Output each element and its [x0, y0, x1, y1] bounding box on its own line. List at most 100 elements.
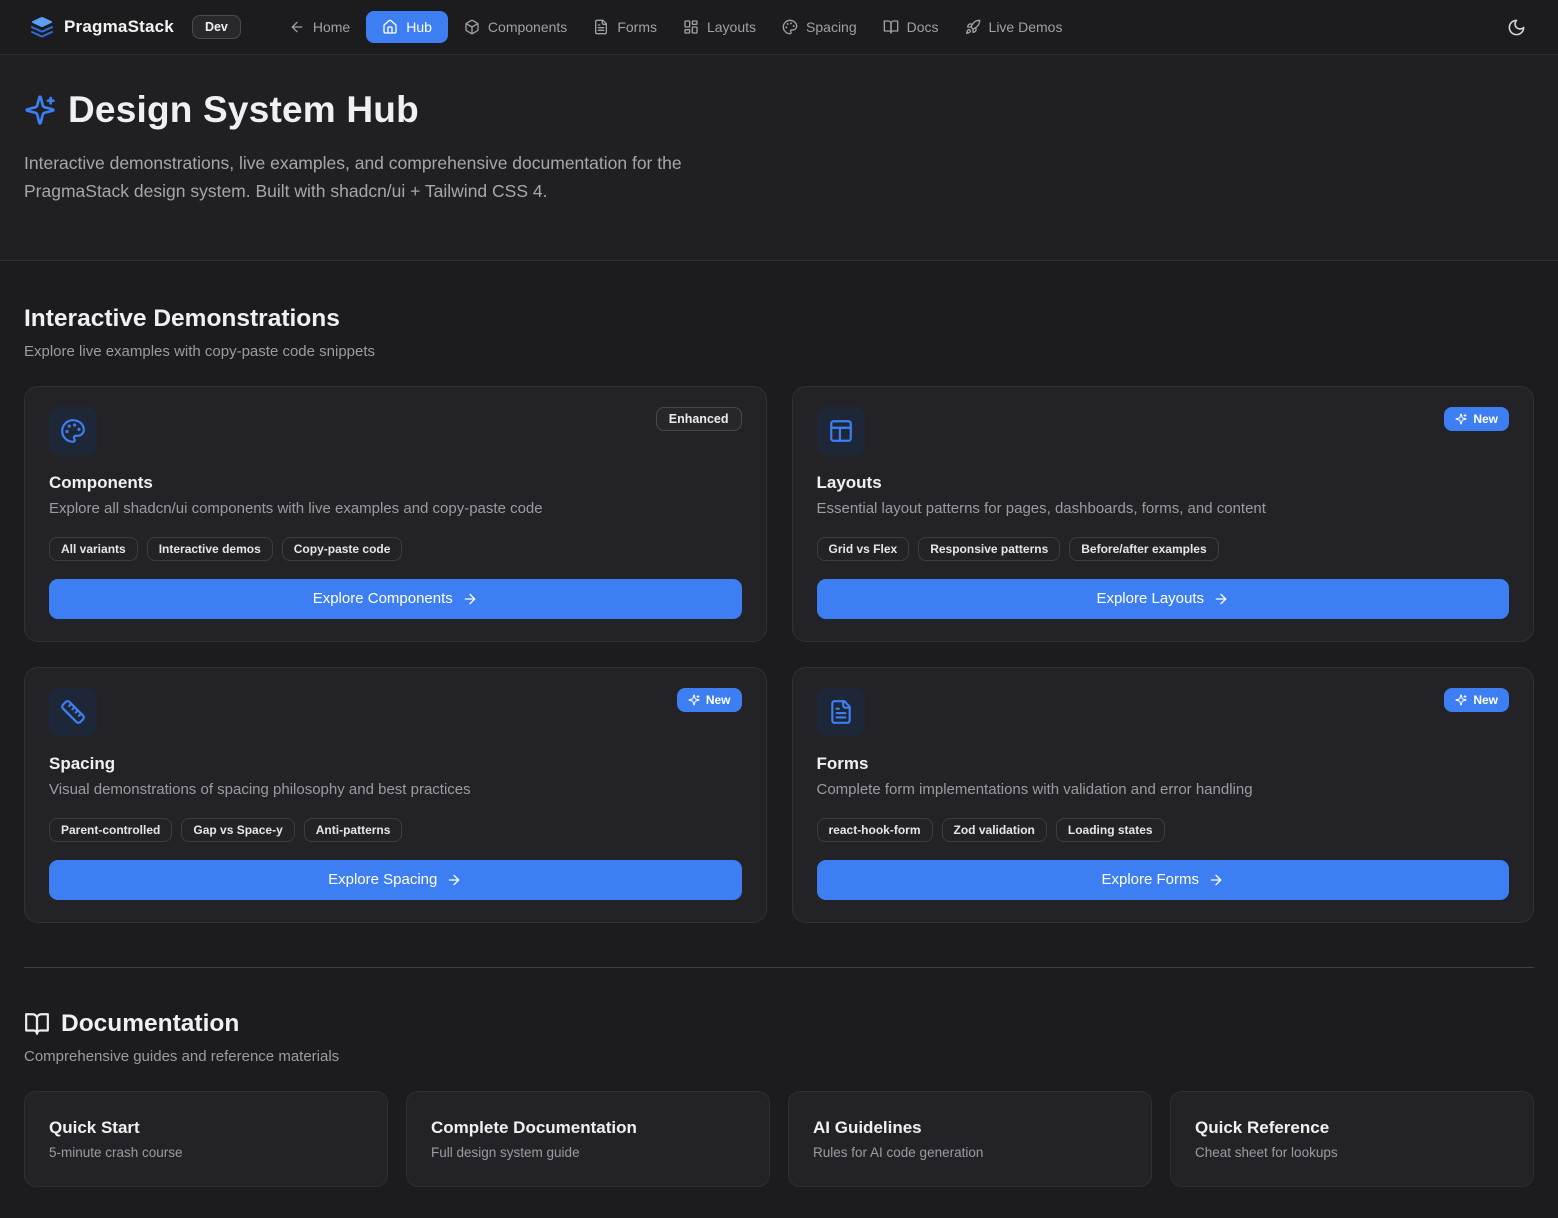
badge-label: New — [706, 693, 731, 707]
theme-toggle-button[interactable] — [1499, 10, 1534, 45]
tag: All variants — [49, 537, 138, 561]
sparkles-icon — [1455, 694, 1467, 706]
card-description: Essential layout patterns for pages, das… — [817, 500, 1510, 517]
status-badge: New — [677, 688, 742, 712]
dev-badge: Dev — [192, 15, 241, 39]
explore-layouts-button[interactable]: Explore Layouts — [817, 579, 1510, 619]
doc-card-title: Complete Documentation — [431, 1118, 745, 1138]
doc-card-subtitle: Full design system guide — [431, 1145, 745, 1160]
nav-label: Layouts — [707, 19, 756, 35]
tag: Parent-controlled — [49, 818, 172, 842]
layers-icon — [30, 15, 54, 39]
moon-icon — [1507, 18, 1526, 37]
doc-card-quick-reference[interactable]: Quick Reference Cheat sheet for lookups — [1170, 1091, 1534, 1187]
main-nav: Home Hub Components Forms Layouts — [279, 11, 1499, 43]
explore-spacing-button[interactable]: Explore Spacing — [49, 860, 742, 900]
file-text-icon — [817, 688, 865, 736]
demos-section: Interactive Demonstrations Explore live … — [24, 261, 1534, 923]
palette-icon — [782, 19, 798, 35]
demo-card-spacing: New Spacing Visual demonstrations of spa… — [24, 667, 767, 923]
card-title: Layouts — [817, 473, 1510, 493]
docs-section-subtitle: Comprehensive guides and reference mater… — [24, 1048, 1534, 1065]
package-icon — [464, 19, 480, 35]
book-open-icon — [883, 19, 899, 35]
tag-row: Grid vs Flex Responsive patterns Before/… — [817, 537, 1510, 561]
status-badge: New — [1444, 407, 1509, 431]
card-title: Components — [49, 473, 742, 493]
page-title: Design System Hub — [68, 89, 419, 131]
demos-section-title: Interactive Demonstrations — [24, 305, 1534, 333]
nav-label: Docs — [907, 19, 939, 35]
demos-section-subtitle: Explore live examples with copy-paste co… — [24, 343, 1534, 360]
button-label: Explore Spacing — [328, 871, 437, 888]
tag-row: Parent-controlled Gap vs Space-y Anti-pa… — [49, 818, 742, 842]
tag: Copy-paste code — [282, 537, 403, 561]
tag: Interactive demos — [147, 537, 273, 561]
sparkles-icon — [688, 694, 700, 706]
arrow-right-icon — [1208, 872, 1224, 888]
tag-row: All variants Interactive demos Copy-past… — [49, 537, 742, 561]
sparkles-icon — [1455, 413, 1467, 425]
palette-icon — [49, 407, 97, 455]
arrow-right-icon — [446, 872, 462, 888]
brand-name: PragmaStack — [64, 17, 174, 37]
doc-card-subtitle: 5-minute crash course — [49, 1145, 363, 1160]
doc-card-title: Quick Start — [49, 1118, 363, 1138]
arrow-right-icon — [1213, 591, 1229, 607]
docs-section-title: Documentation — [61, 1010, 239, 1038]
nav-item-home[interactable]: Home — [279, 11, 360, 43]
explore-components-button[interactable]: Explore Components — [49, 579, 742, 619]
nav-item-spacing[interactable]: Spacing — [772, 11, 867, 43]
panel-layout-icon — [817, 407, 865, 455]
tag: Loading states — [1056, 818, 1165, 842]
card-description: Visual demonstrations of spacing philoso… — [49, 781, 742, 798]
navbar: PragmaStack Dev Home Hub Components Fo — [0, 0, 1558, 55]
nav-item-components[interactable]: Components — [454, 11, 577, 43]
nav-item-forms[interactable]: Forms — [583, 11, 667, 43]
file-text-icon — [593, 19, 609, 35]
docs-card-grid: Quick Start 5-minute crash course Comple… — [24, 1091, 1534, 1187]
brand[interactable]: PragmaStack Dev — [30, 15, 241, 39]
badge-label: New — [1473, 412, 1498, 426]
home-icon — [382, 19, 398, 35]
rocket-icon — [965, 19, 981, 35]
tag-row: react-hook-form Zod validation Loading s… — [817, 818, 1510, 842]
doc-card-complete-documentation[interactable]: Complete Documentation Full design syste… — [406, 1091, 770, 1187]
doc-card-subtitle: Rules for AI code generation — [813, 1145, 1127, 1160]
doc-card-quick-start[interactable]: Quick Start 5-minute crash course — [24, 1091, 388, 1187]
tag: Before/after examples — [1069, 537, 1218, 561]
tag: Grid vs Flex — [817, 537, 910, 561]
button-label: Explore Forms — [1101, 871, 1199, 888]
arrow-right-icon — [462, 591, 478, 607]
nav-label: Forms — [617, 19, 657, 35]
nav-item-layouts[interactable]: Layouts — [673, 11, 766, 43]
tag: Responsive patterns — [918, 537, 1060, 561]
card-description: Explore all shadcn/ui components with li… — [49, 500, 742, 517]
nav-item-docs[interactable]: Docs — [873, 11, 949, 43]
nav-item-live-demos[interactable]: Live Demos — [955, 11, 1073, 43]
doc-card-title: Quick Reference — [1195, 1118, 1509, 1138]
status-badge: New — [1444, 688, 1509, 712]
layout-grid-icon — [683, 19, 699, 35]
card-title: Forms — [817, 754, 1510, 774]
doc-card-title: AI Guidelines — [813, 1118, 1127, 1138]
doc-card-subtitle: Cheat sheet for lookups — [1195, 1145, 1509, 1160]
badge-label: New — [1473, 693, 1498, 707]
tag: Zod validation — [942, 818, 1047, 842]
demo-card-forms: New Forms Complete form implementations … — [792, 667, 1535, 923]
nav-label: Components — [488, 19, 567, 35]
docs-section: Documentation Comprehensive guides and r… — [24, 968, 1534, 1187]
nav-item-hub[interactable]: Hub — [366, 11, 448, 43]
main-content: Interactive Demonstrations Explore live … — [0, 261, 1558, 1213]
demo-card-grid: Enhanced Components Explore all shadcn/u… — [24, 386, 1534, 923]
doc-card-ai-guidelines[interactable]: AI Guidelines Rules for AI code generati… — [788, 1091, 1152, 1187]
nav-label: Hub — [406, 19, 432, 35]
demo-card-components: Enhanced Components Explore all shadcn/u… — [24, 386, 767, 642]
explore-forms-button[interactable]: Explore Forms — [817, 860, 1510, 900]
tag: Anti-patterns — [304, 818, 403, 842]
nav-label: Live Demos — [989, 19, 1063, 35]
tag: react-hook-form — [817, 818, 933, 842]
card-description: Complete form implementations with valid… — [817, 781, 1510, 798]
button-label: Explore Components — [313, 590, 453, 607]
demo-card-layouts: New Layouts Essential layout patterns fo… — [792, 386, 1535, 642]
